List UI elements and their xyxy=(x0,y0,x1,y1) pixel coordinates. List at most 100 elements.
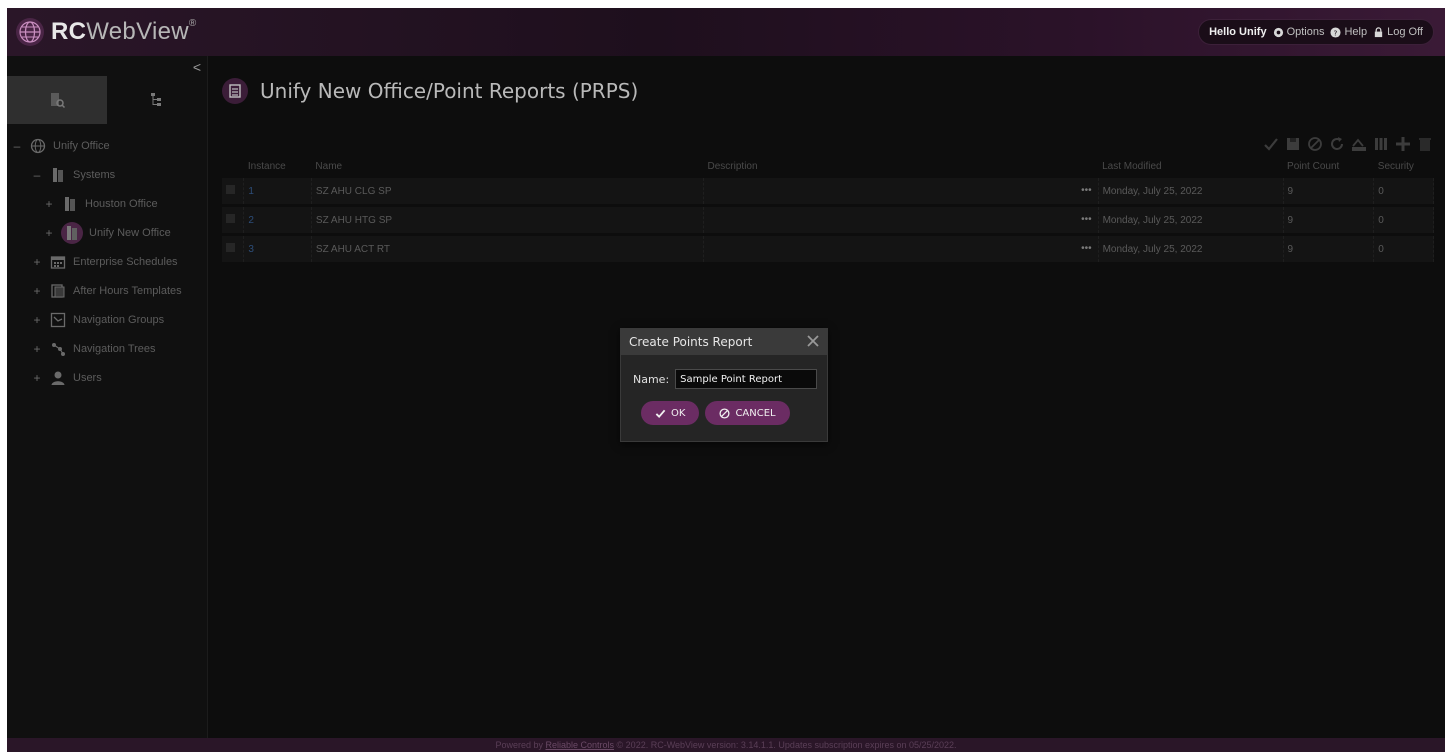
user-icon xyxy=(49,369,67,387)
tree-item-label: After Hours Templates xyxy=(73,285,182,297)
name-cell: SZ AHU ACT RT xyxy=(311,234,705,265)
collapse-sidebar-button[interactable]: < xyxy=(193,59,201,75)
toolbar xyxy=(1263,136,1433,152)
more-button[interactable]: ••• xyxy=(1081,185,1092,196)
row-checkbox[interactable] xyxy=(226,185,235,194)
close-icon[interactable] xyxy=(805,333,821,349)
column-header-instance[interactable]: Instance xyxy=(244,154,312,178)
ok-button[interactable]: OK xyxy=(641,401,700,425)
instance-link[interactable]: 3 xyxy=(248,244,254,255)
cancel-circle-icon[interactable] xyxy=(1307,136,1323,152)
tree-item-label: Users xyxy=(73,372,102,384)
column-header-description[interactable]: Description xyxy=(704,154,1099,178)
logoff-label: Log Off xyxy=(1387,26,1423,38)
delete-icon[interactable] xyxy=(1417,136,1433,152)
tree-item-after-hours-templates[interactable]: + After Hours Templates xyxy=(31,278,182,304)
column-header-name[interactable]: Name xyxy=(311,154,703,178)
tree-item-label: Navigation Groups xyxy=(73,314,165,326)
tree-item-users[interactable]: + Users xyxy=(31,365,102,391)
instance-link[interactable]: 1 xyxy=(248,186,254,197)
cancel-circle-icon xyxy=(719,407,730,419)
expand-toggle[interactable]: + xyxy=(43,197,55,211)
title-bar: Unify New Office/Point Reports (PRPS) xyxy=(208,56,1445,126)
logo-registered: ® xyxy=(188,18,197,29)
refresh-icon[interactable] xyxy=(1329,136,1345,152)
export-xls-icon[interactable] xyxy=(1351,136,1367,152)
tree-icon xyxy=(151,93,161,106)
instance-cell: 3 xyxy=(243,234,312,265)
navigation-tree-icon xyxy=(49,340,67,358)
logo-rc: RC xyxy=(51,18,87,45)
point-count-cell: 9 xyxy=(1283,234,1375,265)
tree-item-label: Navigation Trees xyxy=(73,343,156,355)
dialog-header: Create Points Report xyxy=(621,329,827,355)
table-row[interactable]: 2 SZ AHU HTG SP ••• Monday, July 25, 202… xyxy=(222,205,1434,236)
help-link[interactable]: ? Help xyxy=(1330,26,1367,38)
tab-tree[interactable] xyxy=(107,76,207,124)
column-header-point-count[interactable]: Point Count xyxy=(1283,154,1374,178)
row-checkbox-cell xyxy=(222,178,245,207)
description-cell: ••• xyxy=(703,234,1099,265)
help-label: Help xyxy=(1344,26,1368,38)
cancel-button[interactable]: CANCEL xyxy=(705,401,790,425)
add-icon[interactable] xyxy=(1395,136,1411,152)
report-icon xyxy=(222,78,248,104)
table-row[interactable]: 1 SZ AHU CLG SP ••• Monday, July 25, 202… xyxy=(222,178,1434,207)
name-label: Name: xyxy=(633,372,670,386)
tree-item-label: Houston Office xyxy=(85,198,158,210)
logoff-link[interactable]: Log Off xyxy=(1373,26,1423,38)
top-header: RCWebView® Hello Unify Options ? Help Lo… xyxy=(7,8,1445,56)
more-button[interactable]: ••• xyxy=(1081,214,1092,225)
sidebar-tabs xyxy=(7,76,207,124)
tree-item-label: Enterprise Schedules xyxy=(73,256,178,268)
building-icon xyxy=(61,222,83,244)
tree-item-systems[interactable]: – Systems xyxy=(31,162,115,188)
tree-item-unify-new-office[interactable]: + Unify New Office xyxy=(43,220,171,246)
more-button[interactable]: ••• xyxy=(1081,243,1092,254)
tree-item-navigation-trees[interactable]: + Navigation Trees xyxy=(31,336,156,362)
expand-toggle[interactable]: + xyxy=(31,255,43,269)
logo: RCWebView® xyxy=(15,17,197,47)
points-report-table: Instance Name Description Last Modified … xyxy=(222,154,1434,265)
tree-item-unify-office[interactable]: – Unify Office xyxy=(11,133,110,159)
expand-toggle[interactable]: + xyxy=(31,313,43,327)
column-header-last-modified[interactable]: Last Modified xyxy=(1098,154,1283,178)
instance-link[interactable]: 2 xyxy=(248,215,254,226)
tree-item-label: Systems xyxy=(73,169,116,181)
last-modified-cell: Monday, July 25, 2022 xyxy=(1098,205,1284,236)
options-link[interactable]: Options xyxy=(1273,26,1324,38)
tab-search[interactable] xyxy=(7,76,107,124)
footer: Powered by Reliable Controls © 2022. RC-… xyxy=(7,738,1445,752)
ok-label: OK xyxy=(671,407,686,419)
row-checkbox[interactable] xyxy=(226,214,235,223)
dialog-buttons: OK CANCEL xyxy=(621,401,827,425)
columns-icon[interactable] xyxy=(1373,136,1389,152)
last-modified-cell: Monday, July 25, 2022 xyxy=(1098,178,1284,207)
name-input[interactable] xyxy=(675,369,818,389)
collapse-toggle[interactable]: – xyxy=(31,168,43,182)
expand-toggle[interactable]: + xyxy=(31,371,43,385)
gear-icon xyxy=(1273,27,1283,37)
tree-item-enterprise-schedules[interactable]: + Enterprise Schedules xyxy=(31,249,178,275)
row-checkbox[interactable] xyxy=(226,243,235,252)
template-icon xyxy=(49,282,67,300)
last-modified-cell: Monday, July 25, 2022 xyxy=(1098,234,1284,265)
tree-item-navigation-groups[interactable]: + Navigation Groups xyxy=(31,307,164,333)
table-row[interactable]: 3 SZ AHU ACT RT ••• Monday, July 25, 202… xyxy=(222,234,1434,265)
column-header-security[interactable]: Security xyxy=(1374,154,1434,178)
reliable-controls-link[interactable]: Reliable Controls xyxy=(545,740,614,750)
lock-icon xyxy=(1374,26,1383,37)
instance-cell: 2 xyxy=(243,205,312,236)
table-header-row: Instance Name Description Last Modified … xyxy=(222,154,1434,178)
expand-toggle[interactable]: + xyxy=(31,342,43,356)
edit-check-icon[interactable] xyxy=(1263,136,1279,152)
name-cell: SZ AHU CLG SP xyxy=(311,178,705,207)
footer-version-text: © 2022. RC-WebView version: 3.14.1.1. Up… xyxy=(616,740,957,750)
save-icon[interactable] xyxy=(1285,136,1301,152)
globe-logo-icon xyxy=(16,18,44,46)
instance-cell: 1 xyxy=(243,178,312,207)
tree-item-houston-office[interactable]: + Houston Office xyxy=(43,191,158,217)
expand-toggle[interactable]: + xyxy=(31,284,43,298)
collapse-toggle[interactable]: – xyxy=(11,139,23,153)
expand-toggle[interactable]: + xyxy=(43,226,55,240)
